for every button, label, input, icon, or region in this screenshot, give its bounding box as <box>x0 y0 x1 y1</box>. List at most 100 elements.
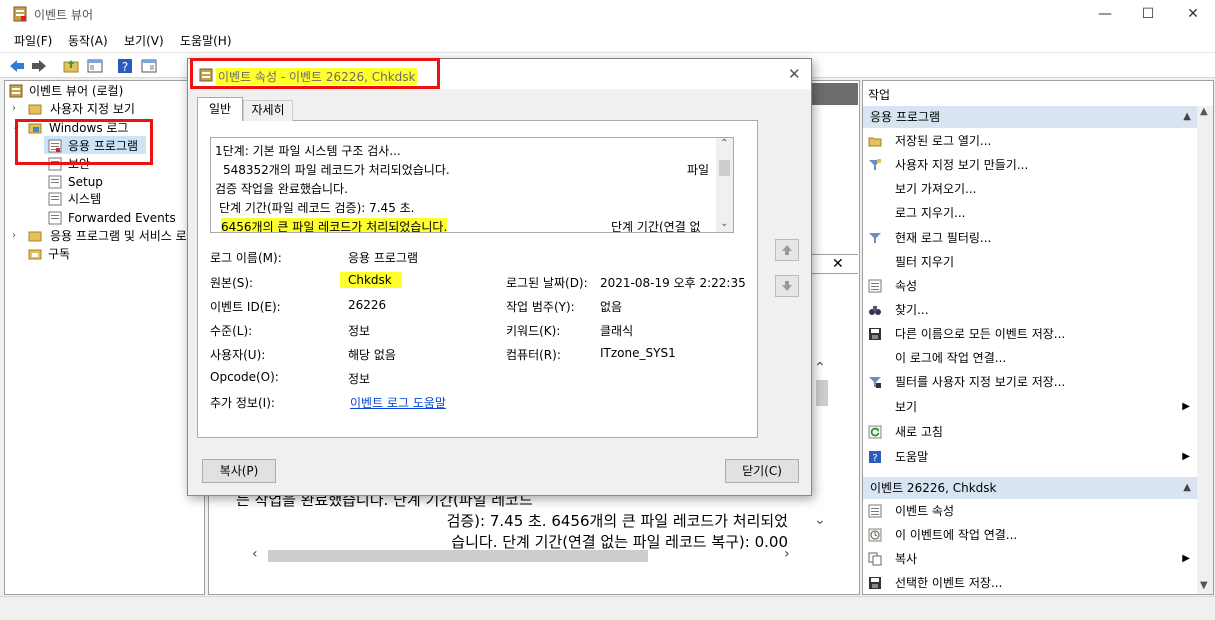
menu-file[interactable]: 파일(F) <box>14 32 52 49</box>
scroll-up-icon[interactable]: ⌃ <box>720 138 728 149</box>
chevron-right-icon[interactable]: › <box>12 227 16 245</box>
action-view[interactable]: 보기 ▶ <box>868 396 1194 418</box>
minimize-button[interactable]: — <box>1090 4 1120 24</box>
source-value: Chkdsk <box>340 272 402 288</box>
action-open-saved-log[interactable]: 저장된 로그 열기... <box>868 130 1194 152</box>
save-icon <box>869 328 881 340</box>
action-create-custom-view[interactable]: 사용자 지정 보기 만들기... <box>868 154 1194 176</box>
preview-close-icon[interactable]: ✕ <box>832 256 844 272</box>
tree-item-label: 사용자 지정 보기 <box>50 102 135 116</box>
copy-button[interactable]: 복사(P) <box>202 459 276 483</box>
description-line: 검증 작업을 완료했습니다. <box>215 182 348 196</box>
chevron-right-icon[interactable]: › <box>12 100 16 118</box>
svg-text:?: ? <box>122 60 128 74</box>
scroll-thumb[interactable] <box>816 380 828 406</box>
logged-date-value: 2021-08-19 오후 2:22:35 <box>600 276 746 290</box>
action-help[interactable]: ? 도움말 ▶ <box>868 446 1194 468</box>
close-window-button[interactable]: ✕ <box>1178 4 1208 24</box>
tree-item-forwarded-events[interactable]: Forwarded Events <box>48 209 188 227</box>
scroll-thumb[interactable] <box>719 160 730 176</box>
action-find[interactable]: 찾기... <box>868 299 1194 321</box>
action-refresh[interactable]: 새로 고침 <box>868 421 1194 443</box>
action-import-view[interactable]: 보기 가져오기... <box>868 178 1194 200</box>
tree-item-app-service-logs[interactable]: › 응용 프로그램 및 서비스 로 <box>12 227 192 245</box>
source-label: 원본(S): <box>210 276 254 290</box>
scroll-up-icon[interactable]: ▲ <box>1200 106 1208 117</box>
show-hide-tree-icon[interactable] <box>86 57 104 75</box>
preview-vertical-scrollbar[interactable]: ⌃ ⌄ <box>814 300 830 540</box>
tree-item-setup[interactable]: Setup <box>48 173 148 191</box>
level-label: 수준(L): <box>210 324 253 338</box>
keywords-value: 클래식 <box>600 324 634 338</box>
action-event-properties[interactable]: 이벤트 속성 <box>868 500 1194 522</box>
action-clear-log[interactable]: 로그 지우기... <box>868 202 1194 224</box>
menu-action[interactable]: 동작(A) <box>68 32 108 49</box>
annotation-red-box-title <box>190 58 440 89</box>
forward-arrow-icon[interactable] <box>30 57 48 75</box>
action-attach-task-to-event[interactable]: 이 이벤트에 작업 연결... <box>868 524 1194 546</box>
tree-item-label: Setup <box>68 175 103 189</box>
back-arrow-icon[interactable] <box>8 57 26 75</box>
preview-horizontal-scrollbar[interactable]: ‹ › <box>248 546 802 566</box>
next-event-button[interactable] <box>775 275 799 297</box>
user-label: 사용자(U): <box>210 348 266 362</box>
action-label: 보기 가져오기... <box>895 182 977 196</box>
scroll-up-icon[interactable]: ⌃ <box>814 360 826 376</box>
main-pane-header <box>812 83 858 105</box>
action-label: 로그 지우기... <box>895 206 966 220</box>
opcode-value: 정보 <box>348 372 371 386</box>
event-id-label: 이벤트 ID(E): <box>210 300 281 314</box>
tree-item-custom-views[interactable]: › 사용자 지정 보기 <box>12 100 202 118</box>
user-value: 해당 없음 <box>348 348 396 362</box>
scroll-left-icon[interactable]: ‹ <box>252 546 258 562</box>
task-category-label: 작업 범주(Y): <box>506 300 575 314</box>
description-scrollbar[interactable]: ⌃ ⌄ <box>716 138 733 232</box>
scroll-down-icon[interactable]: ⌄ <box>720 218 728 229</box>
event-log-help-link[interactable]: 이벤트 로그 도움말 <box>350 394 446 411</box>
collapse-icon[interactable]: ▲ <box>1183 477 1191 499</box>
scroll-right-icon[interactable]: › <box>784 546 790 562</box>
submenu-arrow-icon: ▶ <box>1182 451 1190 462</box>
actions-section-event[interactable]: 이벤트 26226, Chkdsk ▲ <box>863 477 1197 499</box>
action-clear-filter[interactable]: 필터 지우기 <box>868 251 1194 273</box>
action-save-selected-event[interactable]: 선택한 이벤트 저장... <box>868 572 1194 594</box>
action-save-filter-to-custom-view[interactable]: 필터를 사용자 지정 보기로 저장... <box>868 371 1194 393</box>
tree-item-root[interactable]: 이벤트 뷰어 (로컬) <box>9 82 199 100</box>
actions-scrollbar[interactable]: ▲ ▼ <box>1197 106 1213 594</box>
action-copy[interactable]: 복사 ▶ <box>868 548 1194 570</box>
tree-item-subscriptions[interactable]: 구독 <box>28 245 128 263</box>
event-description-box[interactable]: 1단계: 기본 파일 시스템 구조 검사... 548352개의 파일 레코드가… <box>210 137 734 233</box>
action-label: 찾기... <box>895 303 929 317</box>
action-label: 도움말 <box>895 450 929 464</box>
action-properties[interactable]: 속성 <box>868 275 1194 297</box>
action-label: 속성 <box>895 279 918 293</box>
show-hide-action-pane-icon[interactable] <box>140 57 158 75</box>
arrow-down-icon <box>782 281 792 291</box>
actions-section-application[interactable]: 응용 프로그램 ▲ <box>863 106 1197 128</box>
save-icon <box>869 577 881 589</box>
menu-view[interactable]: 보기(V) <box>124 32 164 49</box>
tree-item-system[interactable]: 시스템 <box>48 190 148 208</box>
scroll-down-icon[interactable]: ▼ <box>1200 580 1208 591</box>
close-button[interactable]: 닫기(C) <box>725 459 799 483</box>
tab-general[interactable]: 일반 <box>197 97 243 121</box>
menu-help[interactable]: 도움말(H) <box>180 32 232 49</box>
collapse-icon[interactable]: ▲ <box>1183 106 1191 128</box>
help-icon[interactable]: ? <box>116 57 134 75</box>
action-label: 보기 <box>895 400 918 414</box>
previous-event-button[interactable] <box>775 239 799 261</box>
tab-detail[interactable]: 자세히 <box>243 100 293 121</box>
action-filter-current-log[interactable]: 현재 로그 필터링... <box>868 227 1194 249</box>
level-value: 정보 <box>348 324 371 338</box>
action-save-all-events-as[interactable]: 다른 이름으로 모든 이벤트 저장... <box>868 323 1194 345</box>
action-label: 사용자 지정 보기 만들기... <box>895 158 1029 172</box>
description-line: 548352개의 파일 레코드가 처리되었습니다. <box>223 163 450 177</box>
scroll-thumb[interactable] <box>268 550 648 562</box>
scroll-down-icon[interactable]: ⌄ <box>814 512 826 528</box>
folder-up-icon[interactable] <box>62 57 80 75</box>
dialog-close-icon[interactable]: ✕ <box>788 65 801 83</box>
maximize-button[interactable]: ☐ <box>1133 4 1163 24</box>
action-attach-task-to-log[interactable]: 이 로그에 작업 연결... <box>868 347 1194 369</box>
opcode-label: Opcode(O): <box>210 370 279 384</box>
folder-icon <box>28 104 42 115</box>
